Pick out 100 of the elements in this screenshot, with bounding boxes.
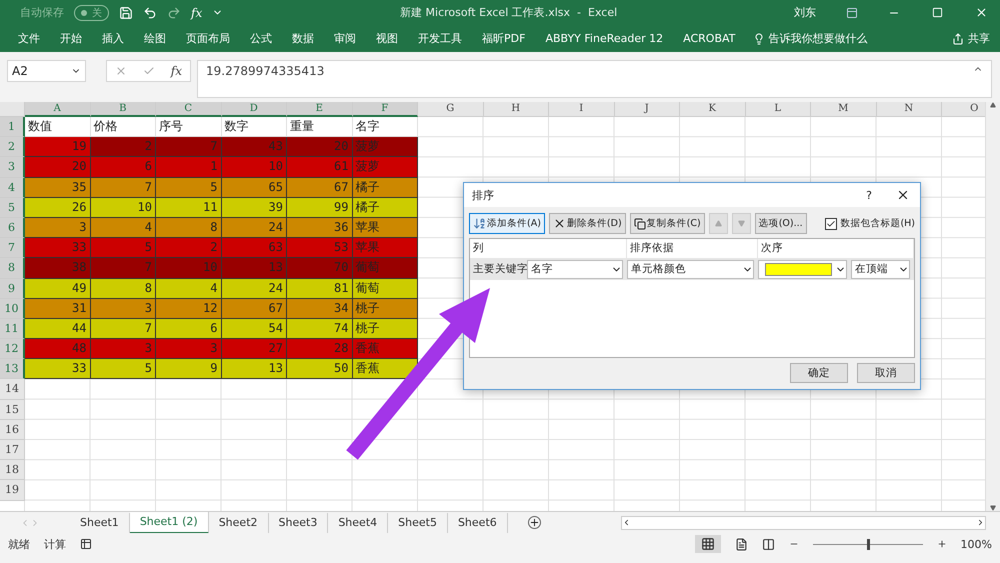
column-header[interactable]: L [746, 102, 811, 117]
row-header[interactable]: 2 [0, 137, 25, 158]
column-header[interactable]: J [614, 102, 680, 117]
column-header[interactable]: C [156, 102, 222, 117]
macro-record-icon[interactable] [80, 538, 92, 550]
copy-level-button[interactable]: 复制条件(C) [630, 213, 705, 234]
options-button[interactable]: 选项(O)... [754, 213, 807, 234]
checkbox-label: 数据包含标题(H) [840, 217, 915, 230]
vertical-scrollbar[interactable] [985, 102, 1000, 511]
row-header[interactable]: 16 [0, 420, 25, 440]
row-header[interactable]: 3 [0, 157, 25, 178]
page-break-icon[interactable] [762, 538, 775, 550]
column-header[interactable]: B [90, 102, 156, 117]
undo-icon[interactable] [143, 6, 157, 20]
save-icon[interactable] [119, 6, 133, 20]
share-icon [952, 32, 964, 44]
ribbon-tab[interactable]: 插入 [92, 31, 134, 46]
ribbon-tab[interactable]: 文件 [8, 31, 50, 46]
down-triangle-icon [738, 220, 745, 227]
ribbon-tab[interactable]: 视图 [366, 31, 408, 46]
color-dropdown[interactable] [758, 260, 847, 278]
table-cell: 葡萄 [352, 258, 418, 278]
redo-icon[interactable] [167, 6, 181, 20]
column-header[interactable]: E [287, 102, 352, 117]
share-button[interactable]: 共享 [952, 31, 990, 46]
row-header[interactable]: 11 [0, 318, 25, 340]
column-header[interactable]: G [418, 102, 484, 117]
cancel-button[interactable]: 取消 [857, 363, 915, 383]
ribbon-tab[interactable]: 公式 [240, 31, 282, 46]
row-header[interactable]: 6 [0, 218, 25, 238]
zoom-thumb[interactable] [866, 538, 870, 550]
ribbon-tab[interactable]: 绘图 [134, 31, 176, 46]
table-cell: 香蕉 [352, 339, 418, 360]
scroll-right-icon[interactable] [976, 518, 985, 527]
column-header[interactable]: N [876, 102, 942, 117]
column-header[interactable]: O [942, 102, 985, 117]
ribbon-tab[interactable]: 数据 [282, 31, 324, 46]
sheet-tab[interactable]: Sheet1 (2) [130, 512, 209, 534]
table-cell: 33 [25, 359, 90, 380]
row-header[interactable]: 19 [0, 480, 25, 501]
insert-function-button[interactable]: fx [170, 64, 182, 78]
zoom-level: 100% [960, 538, 992, 550]
close-icon[interactable] [896, 188, 910, 202]
horizontal-scrollbar[interactable] [621, 516, 986, 530]
function-button[interactable]: fx [191, 6, 202, 20]
scroll-up-icon[interactable] [990, 102, 996, 108]
column-dropdown[interactable]: 名字 [527, 260, 623, 278]
row-header[interactable]: 12 [0, 339, 25, 360]
name-box[interactable]: A2 [7, 60, 86, 82]
row-header[interactable]: 17 [0, 440, 25, 460]
maximize-icon[interactable] [932, 7, 943, 18]
sort-on-dropdown[interactable]: 单元格颜色 [627, 260, 754, 278]
row-header[interactable]: 5 [0, 198, 25, 218]
ribbon-display-icon[interactable] [846, 6, 858, 18]
zoom-in-icon[interactable] [936, 539, 947, 549]
table-cell: 2 [90, 137, 156, 158]
delete-level-button[interactable]: 删除条件(D) [548, 213, 626, 234]
column-header[interactable]: K [680, 102, 746, 117]
row-header[interactable]: 4 [0, 178, 25, 198]
row-header[interactable]: 1 [0, 117, 25, 138]
ok-button[interactable]: 确定 [790, 363, 848, 383]
normal-view-icon[interactable] [694, 535, 721, 553]
tell-me-field[interactable]: 告诉我你想要做什么 [768, 31, 868, 46]
checkbox[interactable] [825, 218, 838, 230]
scroll-down-icon[interactable] [990, 505, 996, 511]
row-header[interactable]: 7 [0, 238, 25, 258]
table-cell: 70 [287, 258, 352, 278]
ribbon-tab[interactable]: ACROBAT [673, 32, 746, 45]
table-cell: 81 [287, 278, 352, 299]
row-header[interactable]: 15 [0, 400, 25, 420]
table-cell: 44 [25, 318, 90, 340]
column-header[interactable]: H [484, 102, 549, 117]
ribbon-tab[interactable]: ABBYY FineReader 12 [535, 32, 674, 45]
column-header[interactable]: D [222, 102, 287, 117]
ribbon-tab[interactable]: 审阅 [324, 31, 366, 46]
ribbon-tab[interactable]: 开始 [50, 31, 92, 46]
row-header[interactable]: 10 [0, 298, 25, 319]
formula-input[interactable]: 19.2789974335413 [197, 60, 992, 98]
add-level-button[interactable]: 添加条件(A) [469, 213, 545, 234]
column-header[interactable]: I [549, 102, 614, 117]
ribbon-tab[interactable]: 福昕PDF [472, 31, 536, 46]
order-dropdown[interactable]: 在顶端 [851, 260, 910, 278]
column-header[interactable]: M [811, 102, 876, 117]
row-header[interactable]: 9 [0, 278, 25, 299]
ribbon-tab[interactable]: 开发工具 [408, 31, 472, 46]
table-cell: 61 [287, 157, 352, 178]
scroll-left-icon[interactable] [622, 518, 631, 527]
help-button[interactable]: ? [866, 188, 872, 202]
column-header[interactable]: A [25, 102, 90, 117]
sort-level-row[interactable]: 主要关键字 名字 单元格颜色 在顶端 [470, 258, 914, 280]
row-header[interactable]: 14 [0, 379, 25, 400]
row-header[interactable]: 18 [0, 460, 25, 480]
column-header[interactable]: F [352, 102, 418, 117]
table-cell: 54 [222, 318, 287, 340]
page-layout-icon[interactable] [734, 538, 748, 550]
table-cell: 橘子 [352, 178, 418, 198]
row-header[interactable]: 8 [0, 258, 25, 278]
add-sheet-icon[interactable] [528, 516, 541, 529]
row-header[interactable]: 13 [0, 359, 25, 380]
ribbon-tab[interactable]: 页面布局 [176, 31, 240, 46]
